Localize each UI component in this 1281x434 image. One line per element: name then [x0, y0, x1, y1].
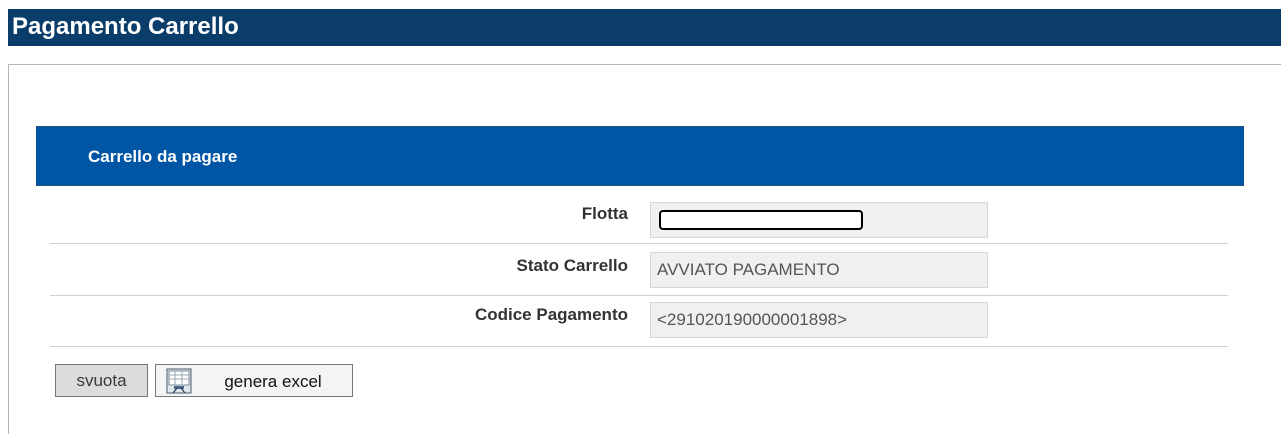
- redaction-box: [659, 210, 863, 230]
- flotta-field: [650, 202, 988, 238]
- form-row-stato-carrello: Stato Carrello AVVIATO PAGAMENTO: [50, 245, 1228, 296]
- form-row-flotta: Flotta: [50, 196, 1228, 244]
- cart-panel-header: Carrello da pagare: [36, 126, 1244, 186]
- spreadsheet-icon: [166, 368, 192, 394]
- genera-excel-label: genera excel: [224, 372, 322, 391]
- panel-title: Carrello da pagare: [88, 147, 238, 166]
- page-title: Pagamento Carrello: [12, 13, 239, 40]
- page-header: Pagamento Carrello: [8, 9, 1281, 46]
- flotta-label: Flotta: [581, 204, 628, 223]
- svuota-button[interactable]: svuota: [55, 364, 148, 397]
- stato-carrello-field: AVVIATO PAGAMENTO: [650, 252, 988, 288]
- stato-carrello-label: Stato Carrello: [516, 256, 628, 275]
- genera-excel-button[interactable]: genera excel: [155, 364, 353, 397]
- codice-pagamento-field: <291020190000001898>: [650, 302, 988, 338]
- codice-pagamento-label: Codice Pagamento: [474, 305, 628, 324]
- form-row-codice-pagamento: Codice Pagamento <291020190000001898>: [50, 297, 1228, 347]
